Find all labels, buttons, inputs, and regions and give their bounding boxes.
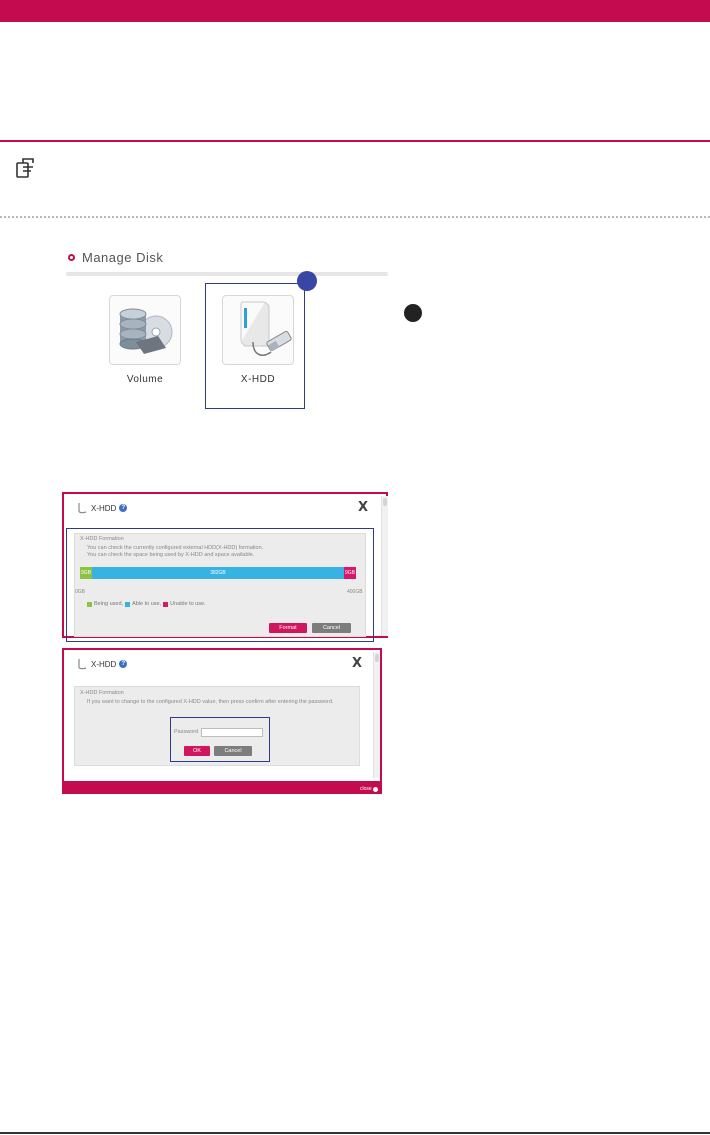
dialog2-close-button[interactable]: X bbox=[352, 656, 362, 671]
manage-disk-divider bbox=[66, 272, 388, 276]
help-icon[interactable]: ? bbox=[119, 660, 128, 668]
section-rule bbox=[0, 140, 710, 142]
volume-tile-label: Volume bbox=[126, 374, 164, 385]
manage-disk-title-text: Manage Disk bbox=[82, 250, 164, 265]
scrollbar-thumb[interactable] bbox=[375, 654, 379, 662]
formation-highlight-frame bbox=[66, 528, 374, 642]
step-marker-black bbox=[404, 304, 422, 322]
footer-rule bbox=[0, 1132, 710, 1134]
password-section-title: X-HDD Formation bbox=[80, 690, 124, 696]
pointing-hand-note-icon bbox=[16, 158, 34, 178]
dotted-divider bbox=[0, 216, 710, 218]
volume-icon bbox=[119, 308, 173, 354]
manage-disk-title: Manage Disk bbox=[68, 250, 163, 265]
dialog2-header: X-HDD ? bbox=[76, 658, 128, 670]
footer-close-label: close bbox=[360, 786, 372, 792]
dialog-footer bbox=[62, 781, 382, 794]
top-brand-bar bbox=[0, 0, 710, 22]
dialog-title: X-HDD bbox=[91, 503, 117, 513]
xhdd-small-icon bbox=[78, 503, 87, 514]
xhdd-highlight-frame bbox=[205, 283, 305, 409]
password-highlight-frame bbox=[170, 717, 270, 762]
help-icon[interactable]: ? bbox=[119, 504, 128, 512]
dialog2-title: X-HDD bbox=[91, 659, 117, 669]
title-bullet-icon bbox=[68, 254, 75, 261]
xhdd-small-icon bbox=[78, 659, 87, 670]
dialog-close-button[interactable]: X bbox=[358, 500, 368, 515]
close-circle-icon bbox=[372, 786, 378, 792]
volume-tile[interactable] bbox=[109, 295, 181, 365]
password-desc: If you want to change to the configured … bbox=[87, 699, 334, 705]
dialog-scrollbar[interactable] bbox=[381, 496, 388, 636]
dialog-header: X-HDD ? bbox=[76, 502, 128, 514]
step-marker-blue bbox=[297, 271, 317, 291]
footer-close-button[interactable]: close bbox=[360, 786, 378, 792]
scrollbar-thumb[interactable] bbox=[383, 498, 387, 506]
dialog2-scrollbar[interactable] bbox=[373, 652, 380, 778]
